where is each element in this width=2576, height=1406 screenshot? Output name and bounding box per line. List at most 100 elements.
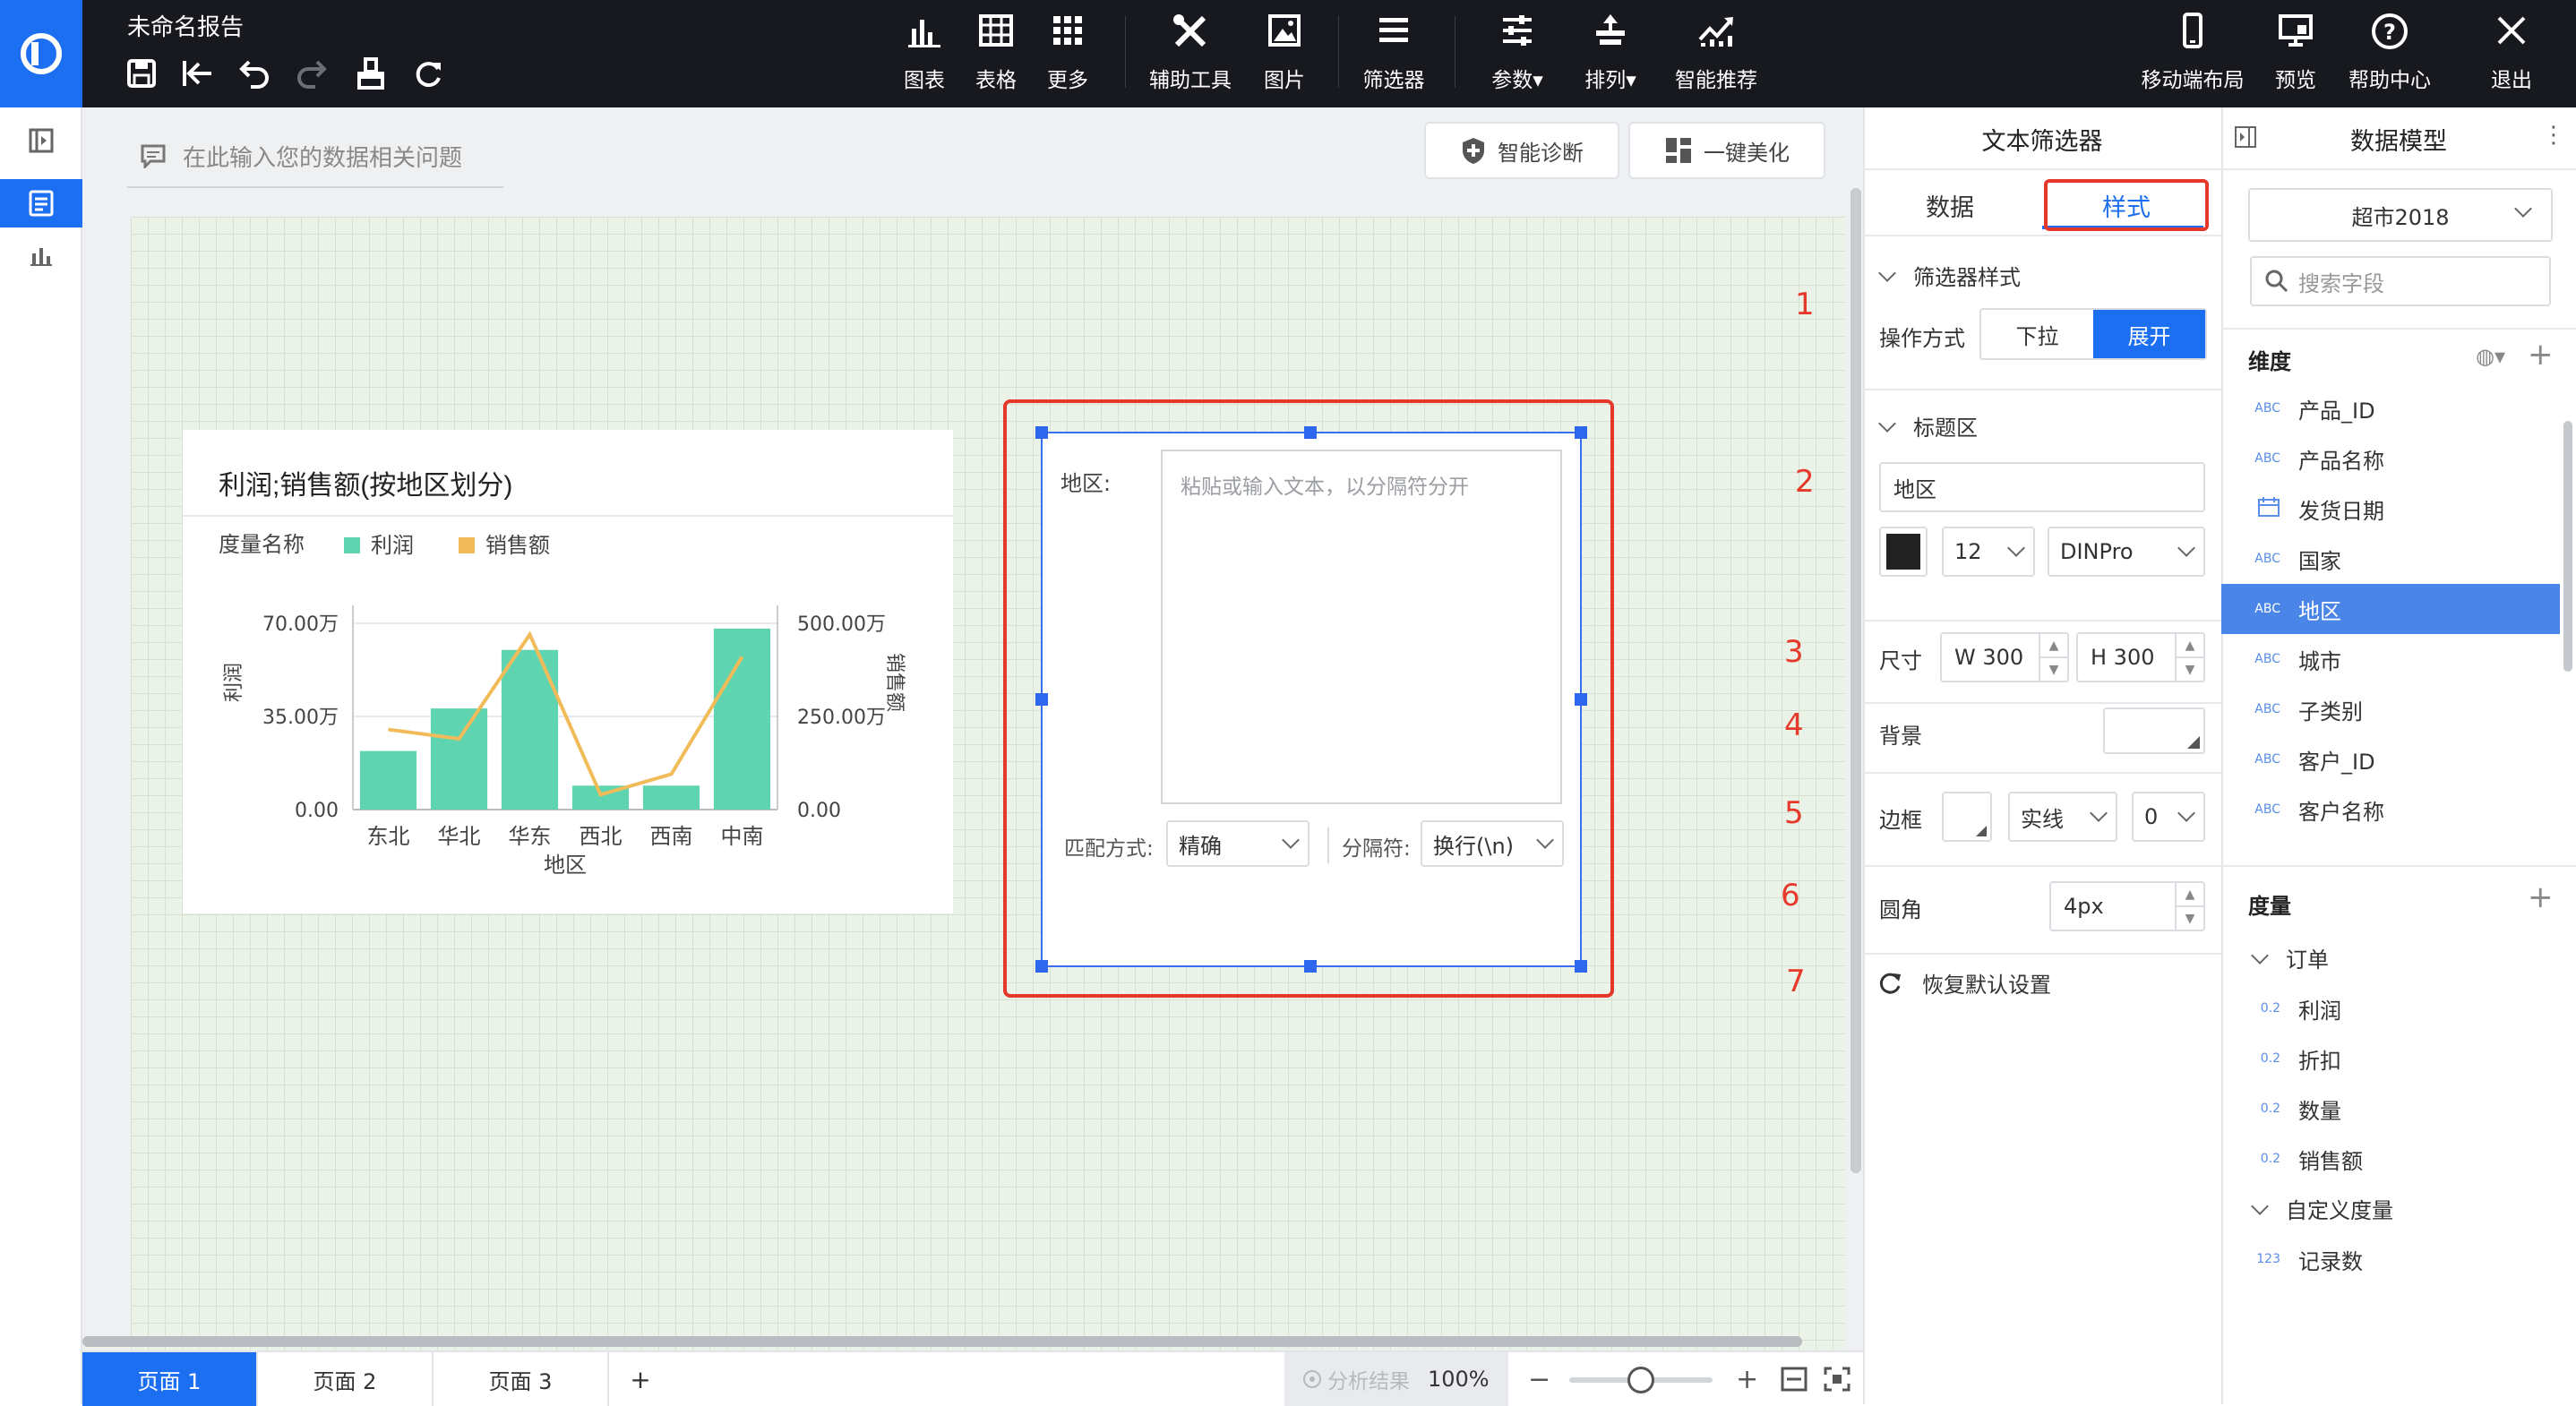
- width-input[interactable]: W 300 ▲ ▼: [1940, 632, 2069, 682]
- redo-icon[interactable]: [292, 54, 331, 93]
- fit-width-icon[interactable]: [1781, 1367, 1807, 1395]
- layout-icon: [1666, 138, 1691, 163]
- font-color-picker[interactable]: [1879, 527, 1928, 577]
- match-mode-select[interactable]: 精确: [1166, 820, 1309, 867]
- resize-handle[interactable]: [1304, 960, 1317, 973]
- separator-select[interactable]: 换行(\n): [1421, 820, 1564, 867]
- refresh-icon[interactable]: [408, 54, 448, 93]
- toolbar-table-button[interactable]: 表格: [971, 13, 1021, 93]
- mode-dropdown-option[interactable]: 下拉: [1981, 310, 2093, 358]
- font-family-select[interactable]: DINPro: [2048, 527, 2205, 577]
- toolbar-smart-recommend-button[interactable]: 智能推荐: [1670, 13, 1763, 93]
- zoom-in-button[interactable]: +: [1736, 1352, 1758, 1406]
- resize-handle[interactable]: [1035, 693, 1048, 706]
- page-tab-1[interactable]: 页面 1: [82, 1352, 258, 1406]
- title-text-input[interactable]: 地区: [1879, 462, 2205, 512]
- page-tab-3[interactable]: 页面 3: [434, 1352, 609, 1406]
- reset-default-button[interactable]: 恢复默认设置: [1879, 967, 2051, 999]
- exit-button[interactable]: 退出: [2486, 13, 2537, 93]
- toolbar-chart-button[interactable]: 图表: [899, 13, 949, 93]
- measure-group-orders[interactable]: 订单: [2251, 942, 2329, 973]
- tab-data[interactable]: 数据: [1926, 188, 1974, 223]
- tab-style[interactable]: 样式: [2044, 179, 2209, 231]
- canvas-vertical-scrollbar[interactable]: [1850, 188, 1861, 1173]
- text-filter-widget[interactable]: 地区: 粘贴或输入文本，以分隔符分开 匹配方式: 精确 分隔符: 换行(\n): [1041, 432, 1582, 967]
- back-to-start-icon[interactable]: [177, 54, 217, 93]
- more-options-icon[interactable]: ⋮: [2542, 122, 2565, 149]
- font-size-select[interactable]: 12: [1942, 527, 2035, 577]
- ask-data-input[interactable]: 在此输入您的数据相关问题: [127, 125, 503, 188]
- section-title-area[interactable]: 标题区: [1878, 410, 1978, 442]
- page-list-icon[interactable]: [0, 179, 82, 227]
- mobile-layout-button[interactable]: 移动端布局: [2132, 13, 2254, 93]
- filter-text-input[interactable]: 粘贴或输入文本，以分隔符分开: [1161, 450, 1562, 804]
- app-logo[interactable]: [0, 0, 82, 107]
- report-title[interactable]: 未命名报告: [127, 9, 244, 42]
- resize-handle[interactable]: [1575, 693, 1587, 706]
- resize-handle[interactable]: [1575, 960, 1587, 973]
- one-click-beautify-button[interactable]: 一键美化: [1628, 122, 1825, 179]
- x-axis-label: 地区: [544, 853, 587, 878]
- section-filter-style[interactable]: 筛选器样式: [1878, 260, 2021, 291]
- analysis-result-button[interactable]: 分析结果: [1288, 1352, 1424, 1406]
- border-width-select[interactable]: 0: [2132, 792, 2205, 842]
- component-list-icon[interactable]: [0, 231, 82, 279]
- background-color-picker[interactable]: [2103, 707, 2205, 754]
- zoom-slider-thumb[interactable]: [1627, 1367, 1654, 1393]
- add-measure-icon[interactable]: +: [2528, 879, 2554, 915]
- help-center-button[interactable]: ? 帮助中心: [2343, 13, 2436, 93]
- border-style-select[interactable]: 实线: [2008, 792, 2117, 842]
- smart-diagnose-button[interactable]: 智能诊断: [1424, 122, 1619, 179]
- globe-icon[interactable]: ◍▾: [2476, 344, 2505, 369]
- measure-item[interactable]: 0.2 折扣: [2221, 1033, 2565, 1084]
- panel-title: 文本筛选器: [1981, 128, 2103, 156]
- add-page-button[interactable]: +: [609, 1352, 672, 1406]
- add-dimension-icon[interactable]: +: [2528, 337, 2554, 373]
- toolbar-image-button[interactable]: 图片: [1259, 13, 1309, 93]
- toolbar-params-button[interactable]: 参数▾: [1483, 13, 1551, 93]
- measure-item[interactable]: 123 记录数: [2221, 1234, 2565, 1284]
- legend-swatch: [344, 537, 360, 553]
- measure-item[interactable]: 0.2 销售额: [2221, 1134, 2565, 1184]
- resize-handle[interactable]: [1304, 426, 1317, 439]
- toolbar-tools-button[interactable]: 辅助工具: [1146, 13, 1234, 93]
- page-tab-2[interactable]: 页面 2: [258, 1352, 434, 1406]
- dimension-item[interactable]: ABC 客户名称: [2221, 784, 2565, 835]
- dimension-item[interactable]: ABC 产品名称: [2221, 433, 2565, 484]
- measure-item[interactable]: 0.2 利润: [2221, 983, 2565, 1033]
- dimension-item[interactable]: ABC 子类别: [2221, 684, 2565, 734]
- dataset-select[interactable]: 超市2018: [2248, 188, 2553, 242]
- measure-group-custom[interactable]: 自定义度量: [2251, 1193, 2393, 1224]
- preview-button[interactable]: 预览: [2270, 13, 2322, 93]
- radius-input[interactable]: 4px ▲ ▼: [2049, 881, 2205, 931]
- canvas-horizontal-scrollbar[interactable]: [82, 1336, 1802, 1347]
- combo-chart: 利润;销售额(按地区划分) 度量名称 利润 销售额 70.00万 500.00万35…: [183, 471, 953, 878]
- table-icon: [978, 13, 1014, 56]
- sliders-icon: [1499, 13, 1535, 56]
- toolbar-more-button[interactable]: 更多: [1043, 13, 1093, 93]
- mode-expand-option[interactable]: 展开: [2093, 310, 2205, 358]
- collapse-panel-icon[interactable]: [0, 116, 82, 165]
- fullscreen-icon[interactable]: [1824, 1367, 1850, 1395]
- dimension-item[interactable]: ABC 产品_ID: [2221, 383, 2565, 433]
- border-color-picker[interactable]: [1942, 792, 1992, 842]
- dimension-item[interactable]: 发货日期: [2221, 484, 2565, 534]
- format-painter-icon[interactable]: [351, 54, 391, 93]
- dimension-item[interactable]: ABC 国家: [2221, 534, 2565, 584]
- resize-handle[interactable]: [1575, 426, 1587, 439]
- dimension-item-selected[interactable]: ABC 地区: [2221, 584, 2560, 634]
- dimension-item[interactable]: ABC 城市: [2221, 634, 2565, 684]
- chart-card[interactable]: 利润;销售额(按地区划分) 度量名称 利润 销售额 70.00万 500.00万 35…: [183, 430, 953, 913]
- toolbar-filter-button[interactable]: 筛选器: [1358, 13, 1430, 93]
- save-icon[interactable]: [122, 54, 161, 93]
- height-input[interactable]: H 300 ▲ ▼: [2076, 632, 2205, 682]
- undo-icon[interactable]: [235, 54, 274, 93]
- resize-handle[interactable]: [1035, 960, 1048, 973]
- dimension-item[interactable]: ABC 客户_ID: [2221, 734, 2565, 784]
- toolbar-arrange-button[interactable]: 排列▾: [1576, 13, 1644, 93]
- field-search-input[interactable]: 搜索字段: [2250, 256, 2551, 306]
- measure-item[interactable]: 0.2 数量: [2221, 1084, 2565, 1134]
- zoom-out-button[interactable]: −: [1528, 1352, 1550, 1406]
- dimension-scrollbar[interactable]: [2563, 421, 2572, 672]
- resize-handle[interactable]: [1035, 426, 1048, 439]
